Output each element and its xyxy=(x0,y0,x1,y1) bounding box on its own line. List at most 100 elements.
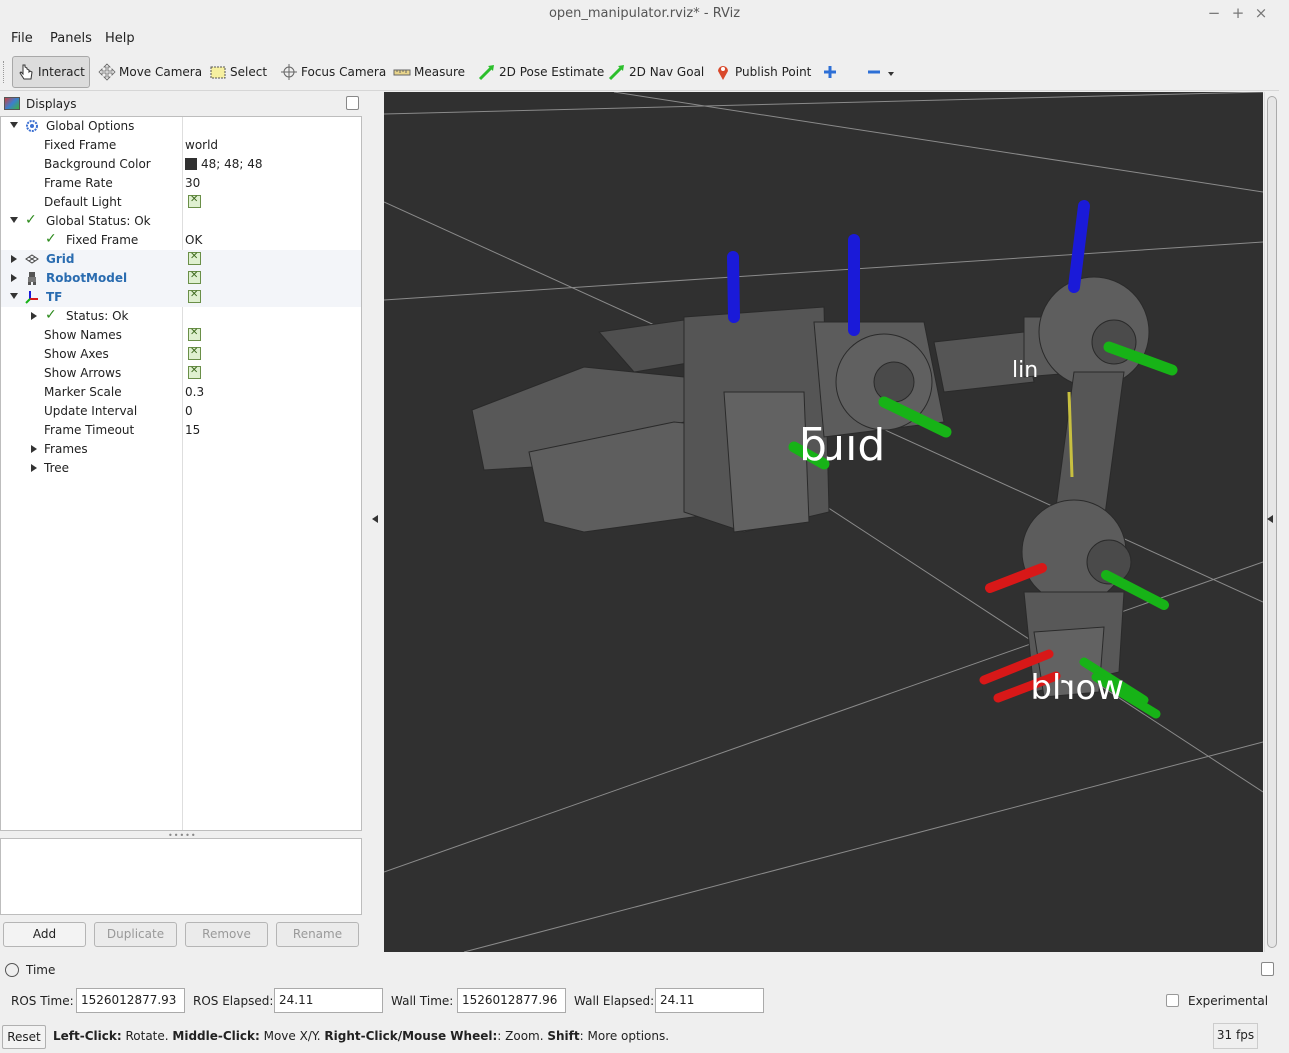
3d-render-viewport[interactable]: ƃɹıd world lin xyxy=(384,92,1263,952)
show-arrows-checkbox[interactable] xyxy=(188,365,201,379)
wall-time-label: Wall Time: xyxy=(391,994,454,1008)
displays-title: Displays xyxy=(26,97,77,111)
hint-text: Rotate. xyxy=(121,1029,173,1043)
frame-label: ƃɹıd xyxy=(799,420,885,471)
tree-row-global-options[interactable]: Global Options xyxy=(1,117,361,136)
update-interval-value[interactable]: 0 xyxy=(185,404,193,418)
robot-model-enabled-checkbox[interactable] xyxy=(188,270,201,284)
expand-arrow-icon[interactable] xyxy=(11,255,17,263)
frame-label: world xyxy=(1030,668,1124,708)
color-swatch[interactable] xyxy=(185,158,197,170)
tree-label: Show Axes xyxy=(44,347,109,361)
tree-row-status-fixed-frame[interactable]: ✓ Fixed Frame OK xyxy=(1,231,361,250)
grid-enabled-checkbox[interactable] xyxy=(188,251,201,265)
maximize-button[interactable]: + xyxy=(1229,4,1247,22)
focus-camera-tool-button[interactable]: Focus Camera xyxy=(276,56,390,88)
expand-arrow-icon[interactable] xyxy=(31,464,37,472)
time-panel-header: Time xyxy=(0,960,1279,980)
background-color-value[interactable]: 48; 48; 48 xyxy=(185,157,263,171)
tree-row-global-status[interactable]: ✓ Global Status: Ok xyxy=(1,212,361,231)
tree-row-background-color[interactable]: Background Color 48; 48; 48 xyxy=(1,155,361,174)
marker-scale-value[interactable]: 0.3 xyxy=(185,385,204,399)
displays-panel-header: Displays xyxy=(0,94,362,115)
expand-arrow-icon[interactable] xyxy=(10,293,18,299)
property-description-box xyxy=(0,838,362,915)
tree-row-show-arrows[interactable]: Show Arrows xyxy=(1,364,361,383)
nav-goal-tool-button[interactable]: 2D Nav Goal xyxy=(604,56,708,88)
tree-row-tf-status[interactable]: ✓ Status: Ok xyxy=(1,307,361,326)
tree-row-tf[interactable]: TF xyxy=(1,288,361,307)
frame-timeout-value[interactable]: 15 xyxy=(185,423,200,437)
measure-tool-button[interactable]: Measure xyxy=(389,56,469,88)
expand-arrow-icon[interactable] xyxy=(10,217,18,223)
expand-arrow-icon[interactable] xyxy=(11,274,17,282)
collapse-left-panel-icon[interactable] xyxy=(372,515,378,523)
ros-elapsed-label: ROS Elapsed: xyxy=(193,994,274,1008)
expand-arrow-icon[interactable] xyxy=(10,122,18,128)
add-tool-button[interactable] xyxy=(817,56,846,88)
tree-row-marker-scale[interactable]: Marker Scale 0.3 xyxy=(1,383,361,402)
fixed-frame-value[interactable]: world xyxy=(185,138,218,152)
tree-label: Status: Ok xyxy=(66,309,129,323)
ros-elapsed-field[interactable]: 24.11 xyxy=(274,988,383,1013)
tree-row-show-names[interactable]: Show Names xyxy=(1,326,361,345)
move-camera-tool-button[interactable]: Move Camera xyxy=(94,56,206,88)
tree-label: Tree xyxy=(44,461,70,475)
show-names-checkbox[interactable] xyxy=(188,327,201,341)
tree-row-tree[interactable]: Tree xyxy=(1,459,361,478)
interact-tool-button[interactable]: Interact xyxy=(12,56,90,88)
tree-row-robot-model[interactable]: RobotModel xyxy=(1,269,361,288)
float-panel-button[interactable] xyxy=(346,96,359,110)
publish-point-tool-button[interactable]: Publish Point xyxy=(710,56,815,88)
hand-pointer-icon xyxy=(17,63,35,81)
duplicate-display-button[interactable]: Duplicate xyxy=(94,922,177,947)
checkmark-icon: ✓ xyxy=(25,212,37,228)
rename-display-button[interactable]: Rename xyxy=(276,922,359,947)
tree-row-default-light[interactable]: Default Light xyxy=(1,193,361,212)
expand-arrow-icon[interactable] xyxy=(31,445,37,453)
select-tool-button[interactable]: Select xyxy=(205,56,271,88)
float-panel-button[interactable] xyxy=(1261,962,1274,976)
remove-display-button[interactable]: Remove xyxy=(185,922,268,947)
reset-button[interactable]: Reset xyxy=(2,1025,46,1049)
minimize-button[interactable]: − xyxy=(1205,4,1223,22)
close-button[interactable]: × xyxy=(1252,4,1270,22)
ros-time-field[interactable]: 1526012877.93 xyxy=(76,988,185,1013)
move-arrows-icon xyxy=(98,63,116,81)
frame-rate-value[interactable]: 30 xyxy=(185,176,200,190)
tf-enabled-checkbox[interactable] xyxy=(188,289,201,303)
robot-icon xyxy=(25,271,39,285)
tree-row-frame-rate[interactable]: Frame Rate 30 xyxy=(1,174,361,193)
remove-tool-button[interactable] xyxy=(861,56,898,88)
publish-point-label: Publish Point xyxy=(735,65,812,79)
tree-label: Marker Scale xyxy=(44,385,122,399)
wall-elapsed-field[interactable]: 24.11 xyxy=(655,988,764,1013)
tree-label: TF xyxy=(46,290,63,304)
tree-label: Global Options xyxy=(46,119,135,133)
grid-icon xyxy=(25,252,39,266)
collapse-right-panel-icon[interactable] xyxy=(1267,515,1273,523)
tree-label: Grid xyxy=(46,252,75,266)
tree-row-show-axes[interactable]: Show Axes xyxy=(1,345,361,364)
menu-file[interactable]: File xyxy=(11,31,33,46)
menu-panels[interactable]: Panels xyxy=(50,31,92,46)
menu-help[interactable]: Help xyxy=(105,31,135,46)
pose-estimate-tool-button[interactable]: 2D Pose Estimate xyxy=(474,56,608,88)
tree-label: Update Interval xyxy=(44,404,138,418)
add-display-button[interactable]: Add xyxy=(3,922,86,947)
tree-row-update-interval[interactable]: Update Interval 0 xyxy=(1,402,361,421)
status-fixed-frame-value: OK xyxy=(185,233,203,247)
experimental-label: Experimental xyxy=(1188,994,1269,1008)
title-bar: open_manipulator.rviz* - RViz − + × xyxy=(0,0,1289,27)
menu-bar: File Panels Help xyxy=(0,27,1289,51)
tree-row-fixed-frame[interactable]: Fixed Frame world xyxy=(1,136,361,155)
expand-arrow-icon[interactable] xyxy=(31,312,37,320)
tree-row-grid[interactable]: Grid xyxy=(1,250,361,269)
monitor-icon xyxy=(4,97,20,110)
tree-row-frames[interactable]: Frames xyxy=(1,440,361,459)
tree-row-frame-timeout[interactable]: Frame Timeout 15 xyxy=(1,421,361,440)
default-light-checkbox[interactable] xyxy=(188,194,201,208)
show-axes-checkbox[interactable] xyxy=(188,346,201,360)
wall-time-field[interactable]: 1526012877.96 xyxy=(457,988,566,1013)
experimental-checkbox[interactable] xyxy=(1166,994,1179,1007)
